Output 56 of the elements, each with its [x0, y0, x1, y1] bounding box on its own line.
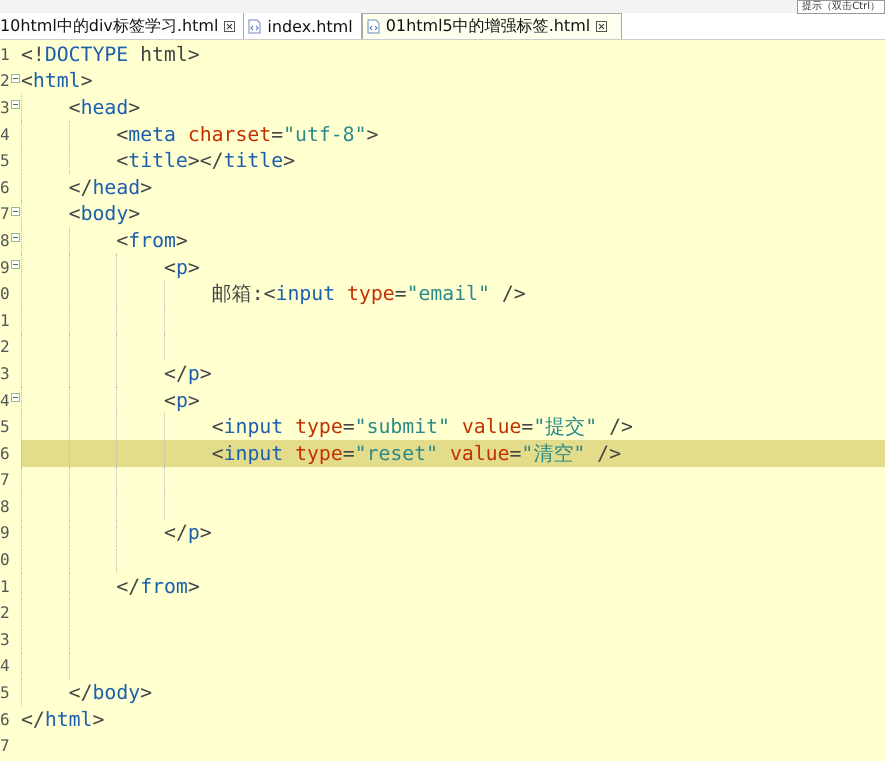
- code-line: <body>: [68, 202, 140, 226]
- line-number: 8: [0, 230, 10, 250]
- line-number: 9: [0, 523, 10, 542]
- code-line: 邮箱:<input type="email" />: [212, 281, 526, 308]
- line-number: 7: [0, 204, 10, 224]
- close-icon[interactable]: [596, 21, 608, 32]
- code-line: <title></title>: [116, 149, 296, 172]
- code-line: </head>: [68, 176, 152, 199]
- code-line: </p>: [164, 362, 212, 385]
- line-number: 7: [0, 470, 10, 490]
- line-number: 0: [0, 284, 10, 304]
- collapse-icon[interactable]: [11, 206, 20, 216]
- line-number: 6: [0, 710, 10, 729]
- code-line: <!DOCTYPE html>: [21, 42, 200, 66]
- code-line: <p>: [164, 388, 200, 412]
- collapse-icon[interactable]: [11, 392, 20, 402]
- code-line: <head>: [68, 96, 140, 119]
- line-number: 4: [0, 124, 10, 144]
- line-number: 0: [0, 550, 10, 570]
- line-number: 2: [0, 603, 10, 622]
- line-number: 2: [0, 71, 10, 90]
- code-line: <meta charset="utf-8">: [116, 122, 378, 146]
- line-number: 3: [0, 98, 10, 117]
- collapse-icon[interactable]: [11, 233, 20, 242]
- line-number: 3: [0, 364, 10, 383]
- line-number: 1: [0, 44, 10, 64]
- code-line: <input type="reset" value="清空" />: [212, 440, 621, 467]
- search-field[interactable]: 提示（双击Ctrl）: [797, 0, 885, 14]
- line-number: 5: [0, 151, 10, 170]
- line-number: 1: [0, 576, 10, 596]
- close-icon[interactable]: [224, 20, 236, 32]
- line-number: 3: [0, 630, 10, 649]
- line-number: 5: [0, 683, 10, 702]
- code-line: <input type="submit" value="提交" />: [212, 414, 633, 440]
- collapse-icon[interactable]: [11, 74, 20, 83]
- collapse-icon[interactable]: [11, 260, 20, 269]
- line-number: 6: [0, 444, 10, 463]
- code-line: </html>: [21, 708, 104, 731]
- code-line: <from>: [116, 228, 188, 252]
- line-number: 9: [0, 258, 10, 277]
- editor-tab[interactable]: 10html中的div标签学习.html: [0, 13, 244, 39]
- code-line: </body>: [68, 681, 152, 704]
- line-number: 4: [0, 390, 10, 410]
- line-number: 2: [0, 337, 10, 356]
- line-number: 4: [0, 656, 10, 676]
- line-number: 7: [0, 736, 10, 756]
- line-number: 1: [0, 310, 10, 330]
- line-number: 6: [0, 178, 10, 197]
- code-line: <html>: [21, 69, 92, 92]
- code-line: <p>: [164, 256, 200, 279]
- line-number: 8: [0, 496, 10, 516]
- code-line: </p>: [164, 521, 212, 544]
- collapse-icon[interactable]: [11, 100, 20, 110]
- code-line: </from>: [116, 574, 200, 598]
- line-number: 5: [0, 417, 10, 436]
- editor-tab[interactable]: 01html5中的增强标签.html: [362, 13, 622, 39]
